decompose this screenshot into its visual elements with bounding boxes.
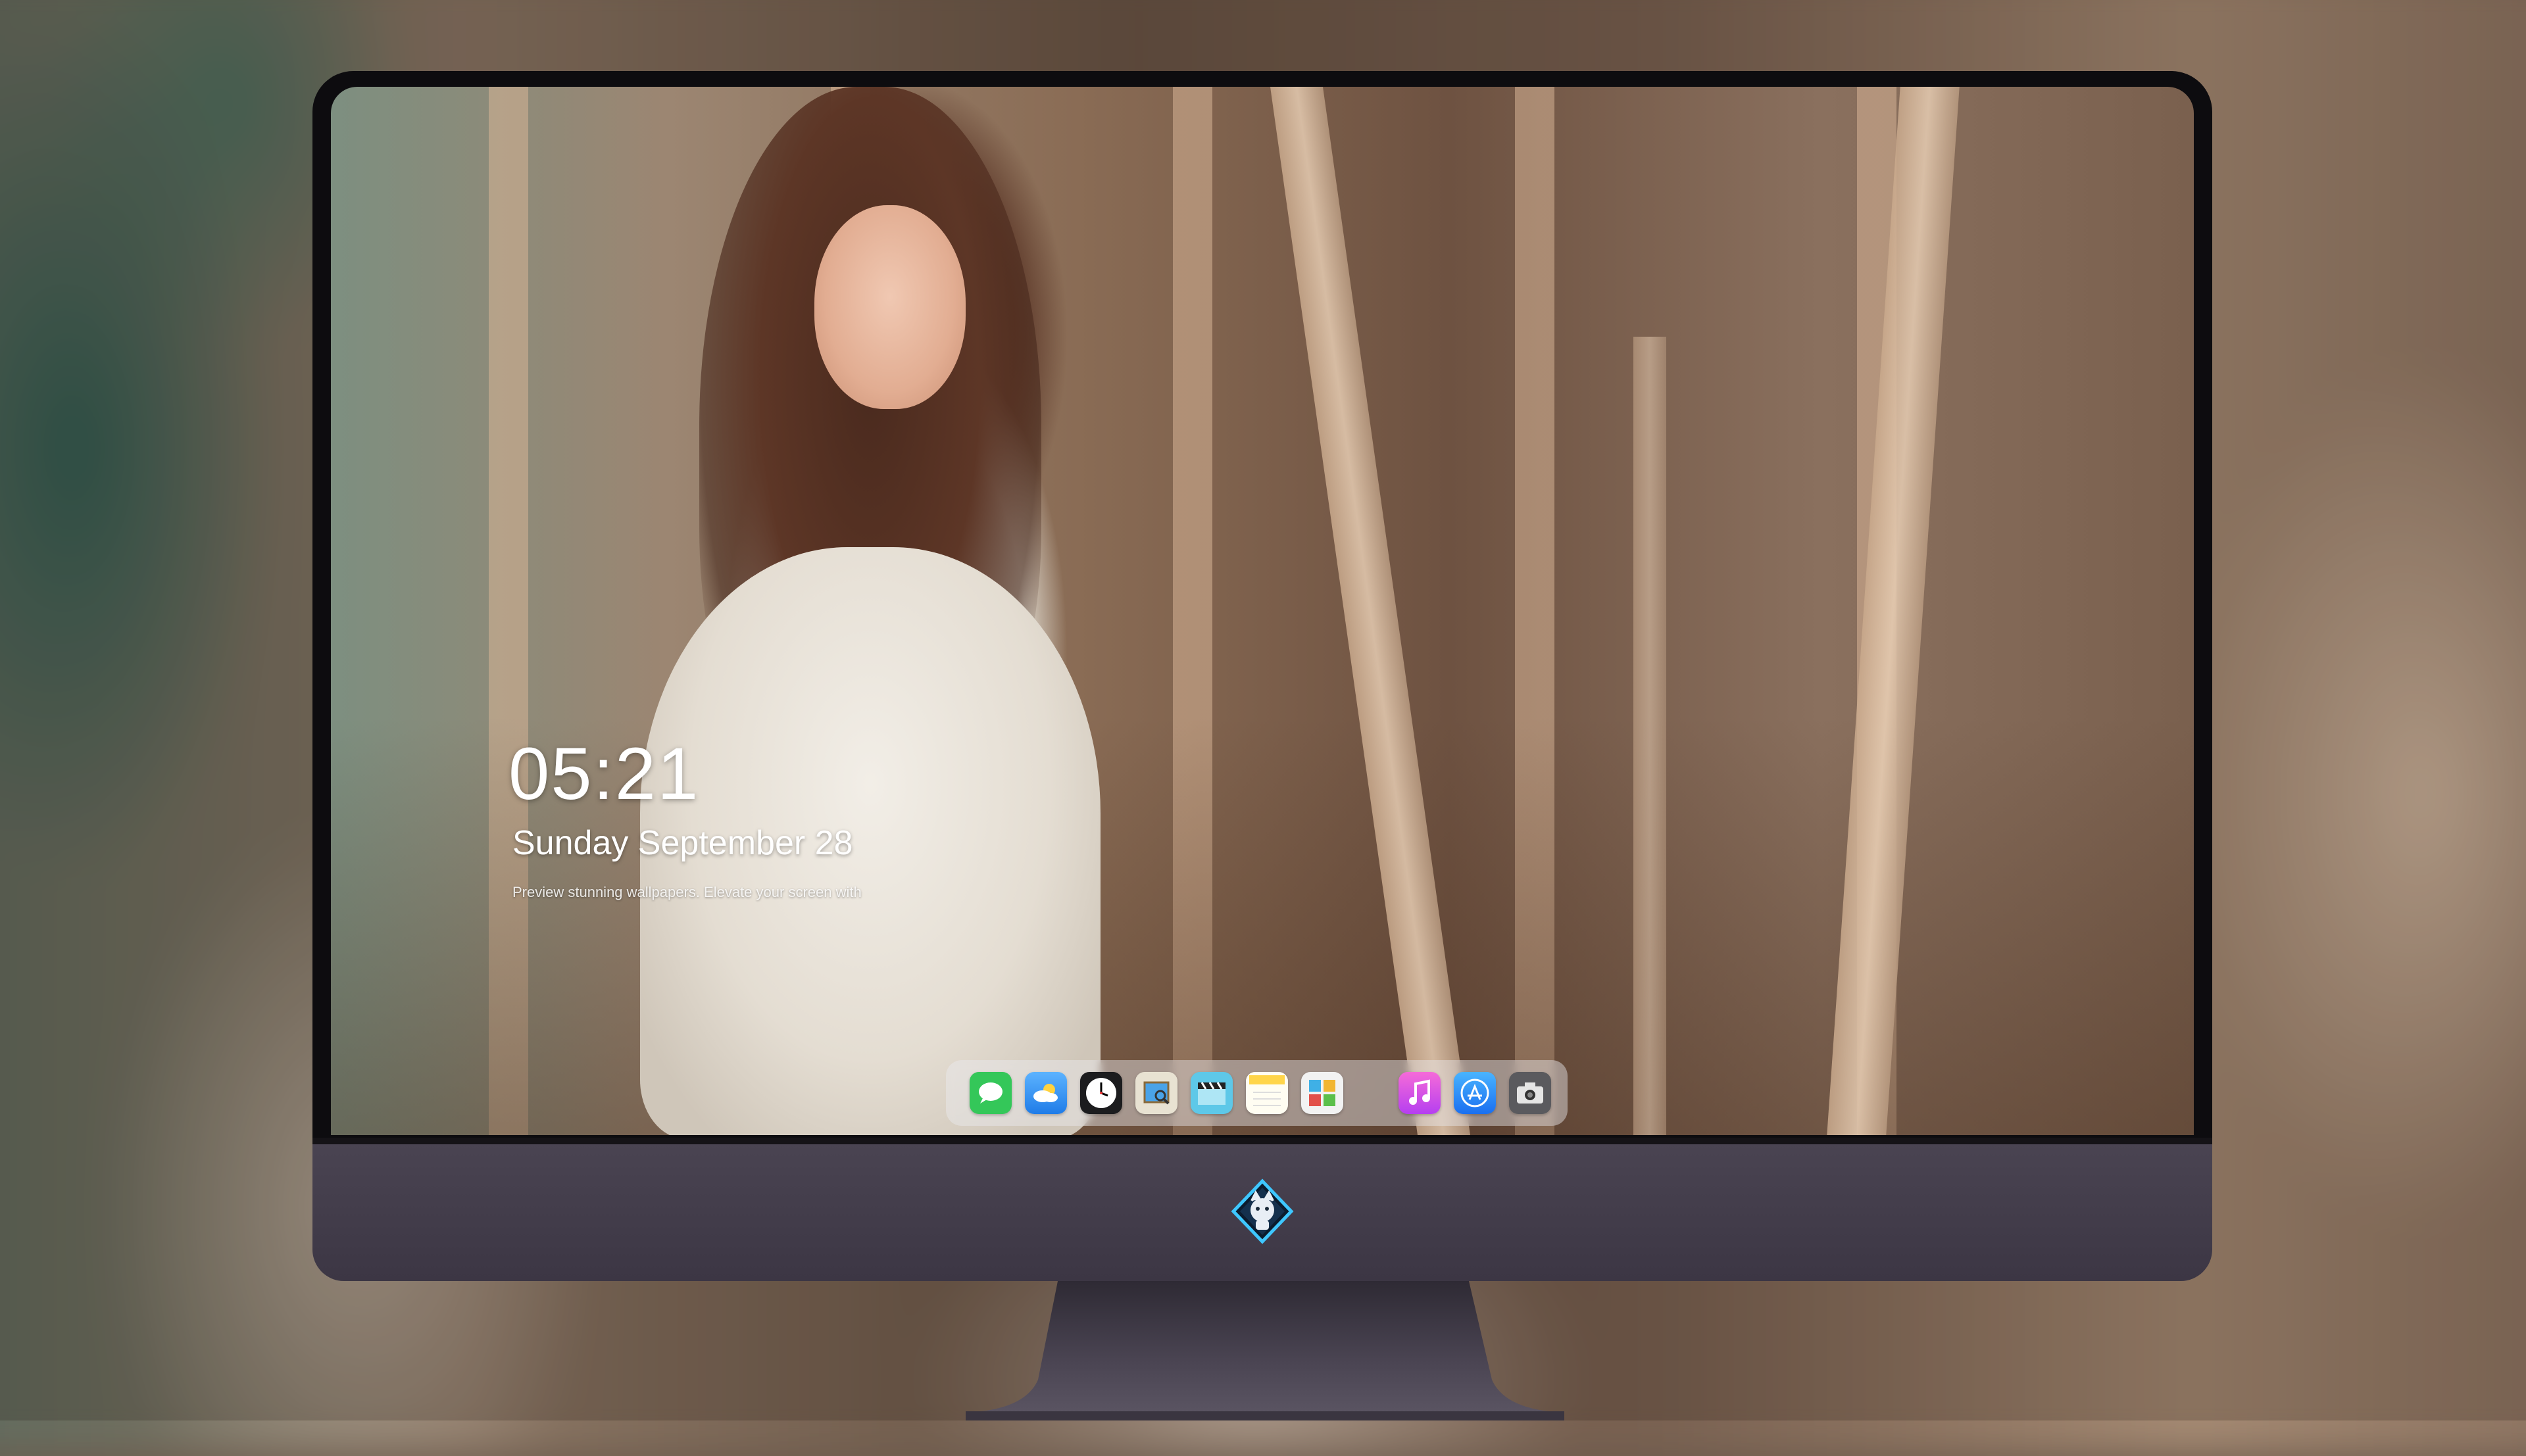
messages-icon[interactable]: [970, 1072, 1012, 1114]
wallpaper-post: [1827, 87, 1960, 1135]
camera-icon[interactable]: [1509, 1072, 1551, 1114]
music-note-icon[interactable]: [1399, 1072, 1441, 1114]
lock-tagline: Preview stunning wallpapers. Elevate you…: [512, 884, 862, 900]
notes-icon[interactable]: [1246, 1072, 1288, 1114]
dock: [946, 1060, 1568, 1126]
clock-icon[interactable]: [1080, 1072, 1122, 1114]
lock-clock: 05:21: [508, 733, 700, 815]
monitor-stand: [749, 1281, 1778, 1420]
screen-wallpaper: 05:21 Sunday September 28 Preview stunni…: [331, 87, 2194, 1135]
clapperboard-icon[interactable]: [1191, 1072, 1233, 1114]
monitor-chin-edge: [312, 1138, 2212, 1144]
monitor: 05:21 Sunday September 28 Preview stunni…: [312, 71, 2212, 1281]
wallpaper-person-face: [814, 205, 966, 409]
wallpaper-post: [1270, 87, 1471, 1135]
preview-icon[interactable]: [1135, 1072, 1177, 1114]
wallpaper-post: [1633, 337, 1666, 1135]
app-store-icon[interactable]: [1454, 1072, 1496, 1114]
weather-icon[interactable]: [1025, 1072, 1067, 1114]
photo-grid-icon[interactable]: [1301, 1072, 1343, 1114]
mascot-logo-icon: [1229, 1178, 1295, 1244]
lock-date: Sunday September 28: [512, 824, 853, 862]
